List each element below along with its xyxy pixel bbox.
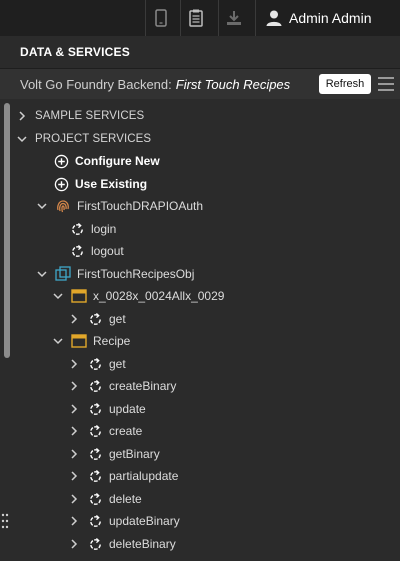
- auth-service-name: FirstTouchDRAPIOAuth: [77, 199, 204, 213]
- tree-item-object-0[interactable]: x_0028x_0024Allx_0029: [53, 286, 224, 306]
- object-service-icon: [55, 266, 71, 282]
- sync-icon: [87, 311, 103, 327]
- clipboard-icon: [189, 9, 203, 27]
- plus-circle-icon: [53, 176, 69, 192]
- tree-operation-partialupdate[interactable]: partialupdate: [69, 466, 178, 486]
- download-icon: [227, 11, 241, 25]
- use-existing-label: Use Existing: [75, 177, 148, 191]
- sync-icon: [87, 378, 103, 394]
- tree-item-object-service[interactable]: FirstTouchRecipesObj: [37, 264, 194, 284]
- chevron-down-icon[interactable]: [53, 291, 63, 301]
- chevron-right-icon[interactable]: [69, 314, 79, 324]
- tree-operation-getbinary[interactable]: getBinary: [69, 444, 160, 464]
- object-service-name: FirstTouchRecipesObj: [77, 267, 195, 281]
- tree-operation-updatebinary[interactable]: updateBinary: [69, 511, 180, 531]
- tree-section-label: SAMPLE SERVICES: [35, 110, 145, 122]
- drag-handle-icon[interactable]: [1, 512, 9, 530]
- operation-name: login: [91, 222, 117, 236]
- operation-name: deleteBinary: [109, 537, 176, 551]
- tree-operation-get[interactable]: get: [69, 354, 126, 374]
- sync-icon: [87, 401, 103, 417]
- operation-name: getBinary: [109, 447, 160, 461]
- chevron-right-icon[interactable]: [69, 494, 79, 504]
- user-name: Admin Admin: [289, 10, 372, 26]
- operation-name: delete: [109, 492, 142, 506]
- plus-circle-icon: [53, 153, 69, 169]
- fingerprint-icon: [55, 198, 71, 214]
- chevron-down-icon[interactable]: [53, 336, 63, 346]
- chevron-right-icon[interactable]: [69, 449, 79, 459]
- backend-label-text: Volt Go Foundry Backend:: [20, 77, 172, 92]
- mobile-icon: [155, 9, 167, 27]
- tree-operation-get[interactable]: get: [69, 309, 126, 329]
- panel-title: DATA & SERVICES: [20, 45, 130, 59]
- tree-section-sample-services[interactable]: SAMPLE SERVICES: [17, 106, 144, 126]
- top-toolbar: Admin Admin: [0, 0, 400, 37]
- chevron-right-icon[interactable]: [69, 426, 79, 436]
- chevron-down-icon[interactable]: [37, 201, 47, 211]
- use-existing-button[interactable]: Use Existing: [53, 174, 147, 194]
- sync-icon: [87, 446, 103, 462]
- chevron-right-icon[interactable]: [69, 471, 79, 481]
- panel-header: DATA & SERVICES: [0, 36, 400, 69]
- chevron-right-icon[interactable]: [17, 111, 27, 121]
- chevron-down-icon[interactable]: [37, 269, 47, 279]
- tree-item-auth-service[interactable]: FirstTouchDRAPIOAuth: [37, 196, 203, 216]
- table-icon: [71, 333, 87, 349]
- object-name: x_0028x_0024Allx_0029: [93, 289, 225, 303]
- tree-operation-logout[interactable]: logout: [69, 241, 124, 261]
- configure-new-label: Configure New: [75, 154, 160, 168]
- user-menu[interactable]: Admin Admin: [255, 0, 400, 36]
- operation-name: updateBinary: [109, 514, 180, 528]
- chevron-down-icon[interactable]: [17, 134, 27, 144]
- operation-name: update: [109, 402, 146, 416]
- sync-icon: [87, 356, 103, 372]
- operation-name: get: [109, 312, 126, 326]
- backend-bar: Volt Go Foundry Backend: First Touch Reci…: [0, 69, 400, 99]
- backend-label: Volt Go Foundry Backend: First Touch Reci…: [20, 77, 290, 92]
- object-name: Recipe: [93, 334, 131, 348]
- chevron-right-icon[interactable]: [69, 404, 79, 414]
- tree-operation-deletebinary[interactable]: deleteBinary: [69, 534, 176, 554]
- tree-operation-delete[interactable]: delete: [69, 489, 142, 509]
- mobile-preview-button[interactable]: [145, 0, 176, 36]
- sync-icon: [87, 468, 103, 484]
- clipboard-button[interactable]: [180, 0, 211, 36]
- operation-name: partialupdate: [109, 469, 179, 483]
- operation-name: get: [109, 357, 126, 371]
- sync-icon: [87, 536, 103, 552]
- download-button[interactable]: [218, 0, 249, 36]
- hamburger-menu-icon[interactable]: [378, 77, 394, 91]
- tree-operation-login[interactable]: login: [69, 219, 116, 239]
- operation-name: createBinary: [109, 379, 177, 393]
- configure-new-button[interactable]: Configure New: [53, 151, 160, 171]
- operation-name: logout: [91, 244, 124, 258]
- backend-name: First Touch Recipes: [175, 77, 291, 92]
- tree-operation-createbinary[interactable]: createBinary: [69, 376, 176, 396]
- table-icon: [71, 288, 87, 304]
- user-icon: [266, 10, 282, 26]
- operation-name: create: [109, 424, 143, 438]
- chevron-right-icon[interactable]: [69, 381, 79, 391]
- chevron-right-icon[interactable]: [69, 516, 79, 526]
- refresh-button[interactable]: Refresh: [319, 74, 371, 94]
- tree-section-label: PROJECT SERVICES: [35, 133, 152, 145]
- sync-icon: [69, 243, 85, 259]
- chevron-right-icon[interactable]: [69, 539, 79, 549]
- tree-operation-update[interactable]: update: [69, 399, 146, 419]
- tree-operation-create[interactable]: create: [69, 421, 142, 441]
- chevron-right-icon[interactable]: [69, 359, 79, 369]
- tree-section-project-services[interactable]: PROJECT SERVICES: [17, 129, 151, 149]
- sync-icon: [87, 513, 103, 529]
- sync-icon: [87, 491, 103, 507]
- sync-icon: [69, 221, 85, 237]
- vertical-scrollbar[interactable]: [4, 103, 10, 358]
- sync-icon: [87, 423, 103, 439]
- tree-item-object-recipe[interactable]: Recipe: [53, 331, 130, 351]
